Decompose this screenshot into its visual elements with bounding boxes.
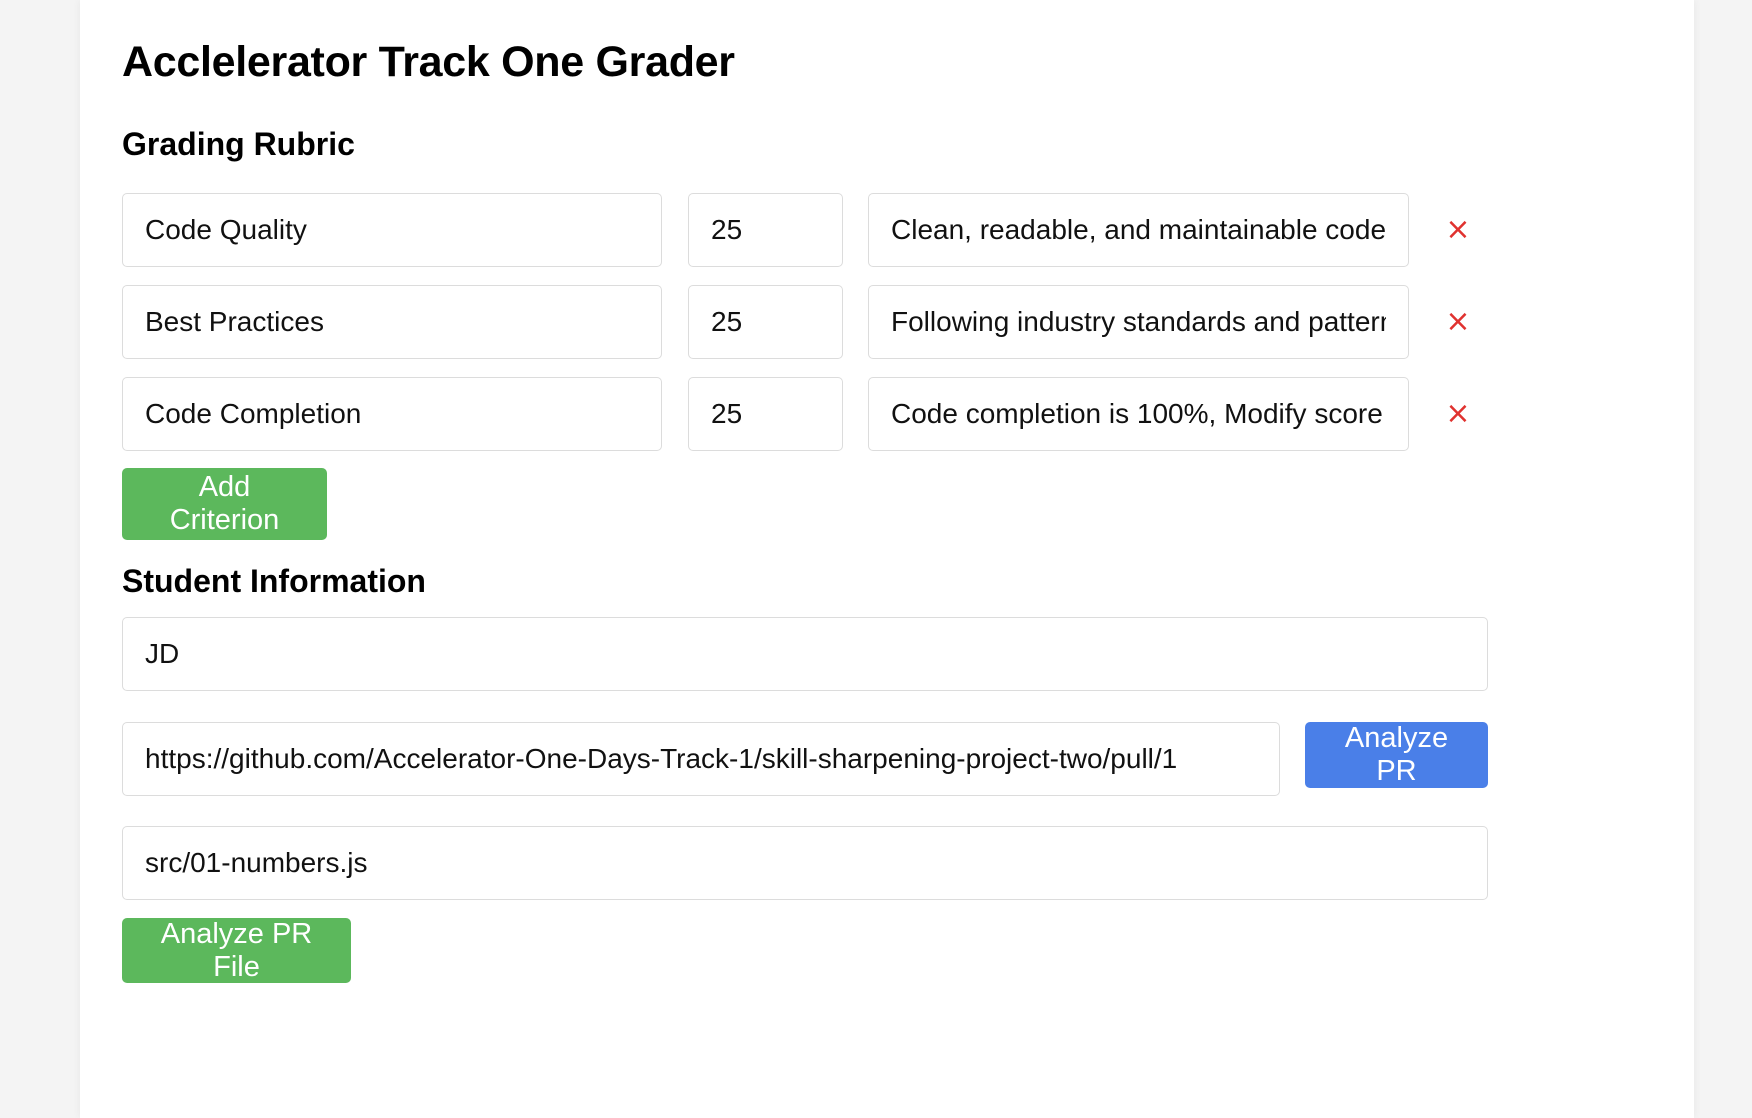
criterion-name-input[interactable]: [122, 193, 662, 267]
file-path-input[interactable]: [122, 826, 1488, 900]
criterion-points-input[interactable]: [688, 193, 843, 267]
remove-criterion-close-icon[interactable]: ×: [1438, 302, 1478, 342]
analyze-pr-file-button[interactable]: Analyze PR File: [122, 918, 351, 983]
criterion-name-input[interactable]: [122, 285, 662, 359]
student-info-heading: Student Information: [122, 563, 426, 599]
rubric-heading: Grading Rubric: [122, 126, 355, 162]
pr-url-input[interactable]: [122, 722, 1280, 796]
criterion-points-input[interactable]: [688, 377, 843, 451]
analyze-pr-button[interactable]: Analyze PR: [1305, 722, 1488, 788]
criterion-description-input[interactable]: [868, 285, 1409, 359]
student-name-input[interactable]: [122, 617, 1488, 691]
criterion-description-input[interactable]: [868, 377, 1409, 451]
remove-criterion-close-icon[interactable]: ×: [1438, 210, 1478, 250]
remove-criterion-close-icon[interactable]: ×: [1438, 394, 1478, 434]
grader-card: Acclelerator Track One Grader Grading Ru…: [80, 0, 1694, 1118]
criterion-points-input[interactable]: [688, 285, 843, 359]
criterion-description-input[interactable]: [868, 193, 1409, 267]
add-criterion-button[interactable]: Add Criterion: [122, 468, 327, 540]
criterion-name-input[interactable]: [122, 377, 662, 451]
page-title: Acclelerator Track One Grader: [122, 38, 735, 86]
